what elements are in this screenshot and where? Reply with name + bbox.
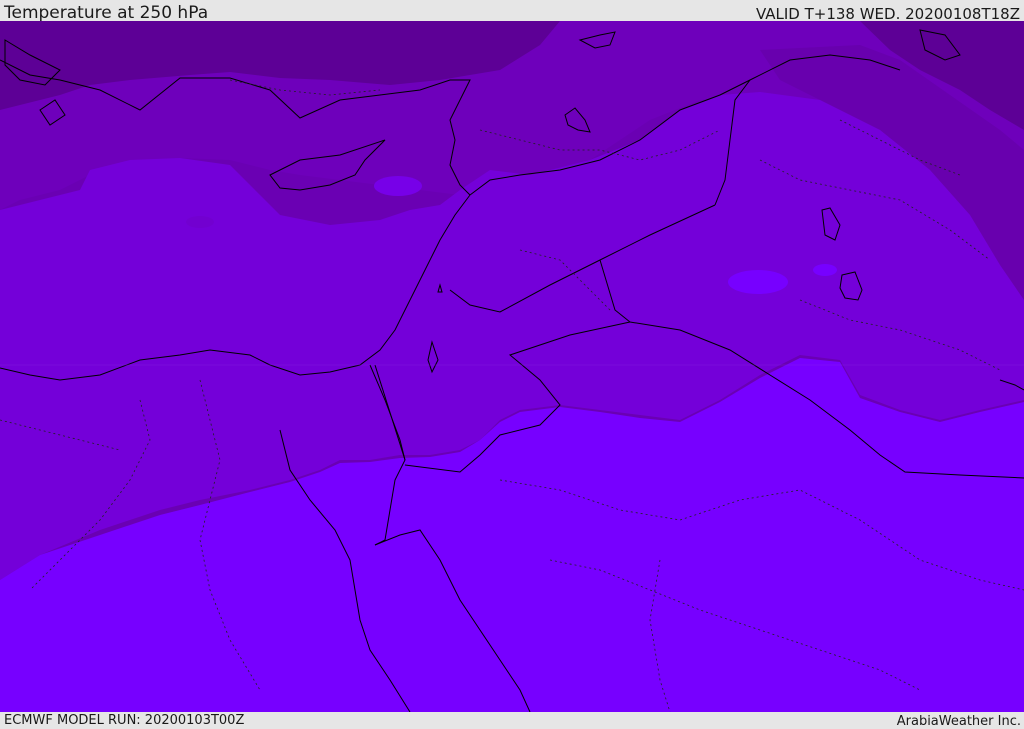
warm-pocket-med xyxy=(374,176,422,196)
credit-label: ArabiaWeather Inc. xyxy=(896,714,1021,729)
model-run-label: ECMWF MODEL RUN: 20200103T00Z xyxy=(4,713,245,728)
warm-pocket-iraq xyxy=(728,270,788,294)
map-title: Temperature at 250 hPa xyxy=(4,3,209,23)
warm-pocket-east xyxy=(813,264,837,276)
temperature-map[interactable] xyxy=(0,21,1024,712)
map-canvas xyxy=(0,21,1024,712)
header-bar: Temperature at 250 hPa VALID T+138 WED. … xyxy=(0,0,1024,23)
footer-bar: ECMWF MODEL RUN: 20200103T00Z ArabiaWeat… xyxy=(0,712,1024,729)
warm-pocket-med-2 xyxy=(186,216,214,228)
